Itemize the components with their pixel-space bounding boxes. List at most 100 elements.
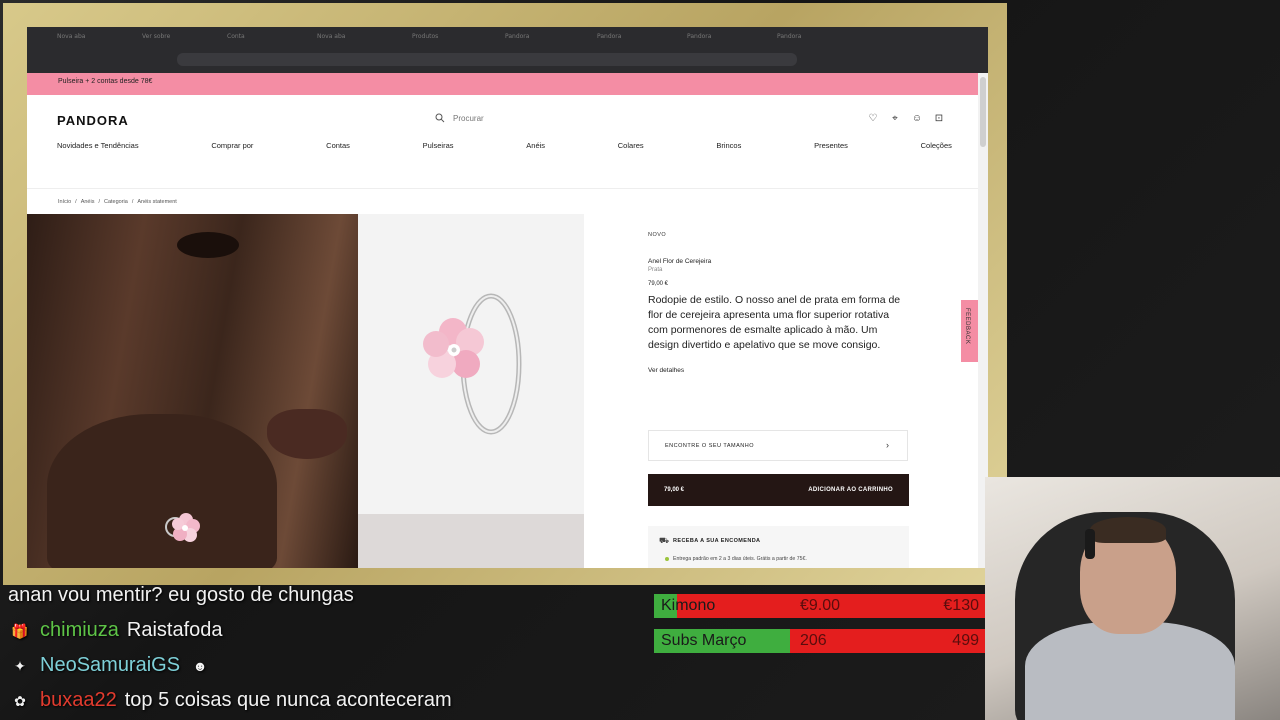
- nav-divider: [27, 188, 978, 189]
- browser-tab[interactable]: Conta: [227, 33, 305, 47]
- goal-bar: Kimono €9.00 €130: [654, 594, 985, 618]
- chat-text: top 5 coisas que nunca aconteceram: [124, 689, 452, 711]
- breadcrumb: Início / Anéis / Categoria / Anéis statemen…: [58, 199, 177, 205]
- scrollbar-thumb[interactable]: [980, 77, 986, 147]
- streamer-graphic: [1025, 622, 1235, 720]
- bag-icon[interactable]: ⊡: [933, 113, 945, 125]
- new-badge: NOVO: [648, 232, 667, 238]
- streamer-hair-graphic: [1090, 517, 1166, 543]
- browser-tab[interactable]: Pandora: [777, 33, 855, 47]
- chat-text: anan vou mentir? eu gosto de chungas: [8, 584, 354, 606]
- goal-name: Kimono: [661, 597, 716, 614]
- add-to-cart-label: ADICIONAR AO CARRINHO: [808, 487, 893, 493]
- find-size-button[interactable]: ENCONTRE O SEU TAMANHO ›: [648, 430, 908, 461]
- delivery-text: Entrega padrão em 2 a 3 dias úteis. Grát…: [673, 556, 807, 562]
- nav-item[interactable]: Pulseiras: [423, 141, 454, 150]
- screen-frame: Nova aba Ver sobre Conta Nova aba Produt…: [3, 3, 1007, 585]
- browser-tab[interactable]: Ver sobre: [142, 33, 220, 47]
- goal-name: Subs Março: [661, 632, 747, 649]
- stream-chat: anan vou mentir? eu gosto de chungas 🎁 c…: [8, 578, 648, 718]
- promo-banner[interactable]: Pulseira + 2 contas desde 78€: [27, 73, 978, 95]
- chat-username: buxaa22: [40, 689, 117, 711]
- badge-icon: ✦: [14, 657, 26, 674]
- breadcrumb-separator: /: [75, 199, 77, 205]
- chat-message: anan vou mentir? eu gosto de chungas: [8, 578, 648, 613]
- goal-target: 499: [952, 632, 979, 649]
- header-icons: ♡ ⌖ ☺ ⊡: [867, 113, 945, 125]
- delivery-title: RECEBA A SUA ENCOMENDA: [673, 538, 761, 544]
- pandora-logo[interactable]: PANDORA: [57, 113, 129, 128]
- product-description: Rodopie de estilo. O nosso anel de prata…: [648, 294, 901, 351]
- main-nav: Novidades e Tendências Comprar por Conta…: [57, 141, 952, 150]
- goal-current: 206: [800, 632, 827, 649]
- product-material: Prata: [648, 267, 663, 273]
- browser-tab[interactable]: Nova aba: [57, 33, 135, 47]
- nav-item[interactable]: Brincos: [716, 141, 741, 150]
- headset-graphic: [1085, 529, 1095, 559]
- location-pin-icon[interactable]: ⌖: [889, 113, 901, 125]
- nav-item[interactable]: Coleções: [921, 141, 952, 150]
- product-name: Anel Flor de Cerejeira: [648, 258, 712, 265]
- browser-tab[interactable]: Pandora: [505, 33, 583, 47]
- browser-screen: Nova aba Ver sobre Conta Nova aba Produt…: [27, 27, 988, 568]
- ring-on-hand-graphic: [165, 513, 200, 542]
- chevron-right-icon: ›: [886, 440, 889, 450]
- browser-tab[interactable]: Produtos: [412, 33, 490, 47]
- goal-bar: Subs Março 206 499: [654, 629, 985, 653]
- details-link[interactable]: Ver detalhes: [648, 367, 913, 374]
- photo-detail: [47, 414, 277, 568]
- search-input[interactable]: Procurar: [453, 114, 484, 123]
- breadcrumb-separator: /: [131, 199, 134, 205]
- browser-tab[interactable]: Nova aba: [317, 33, 395, 47]
- browser-tab[interactable]: Pandora: [687, 33, 765, 47]
- browser-tab[interactable]: Pandora: [597, 33, 675, 47]
- breadcrumb-item[interactable]: Início: [58, 199, 71, 205]
- product-photo-secondary[interactable]: [358, 514, 584, 568]
- nav-item[interactable]: Colares: [618, 141, 644, 150]
- emote-icon: ☻: [192, 657, 208, 674]
- address-bar[interactable]: [177, 53, 797, 66]
- browser-chrome: Nova aba Ver sobre Conta Nova aba Produt…: [27, 27, 988, 73]
- breadcrumb-item[interactable]: Anéis statement: [137, 199, 176, 205]
- chat-text: Raistafoda: [126, 619, 223, 641]
- chat-message: ✦ NeoSamuraiGS ☻: [8, 648, 648, 683]
- search-icon: [435, 113, 445, 123]
- breadcrumb-item[interactable]: Categoria: [104, 199, 128, 205]
- chat-message: ✿ buxaa22 top 5 coisas que nunca acontec…: [8, 683, 648, 718]
- gift-badge-icon: 🎁: [11, 622, 29, 639]
- feedback-label: FEEDBACK: [964, 308, 970, 345]
- delivery-info: ⛟ RECEBA A SUA ENCOMENDA Entrega padrão …: [648, 526, 909, 568]
- nav-item[interactable]: Presentes: [814, 141, 848, 150]
- model-photo[interactable]: [27, 214, 358, 568]
- product-price: 79,00 €: [648, 281, 669, 287]
- photo-detail: [267, 409, 347, 459]
- breadcrumb-separator: /: [98, 199, 100, 205]
- feedback-tab[interactable]: FEEDBACK: [961, 300, 978, 362]
- chat-message: 🎁 chimiuza Raistafoda: [8, 613, 648, 648]
- promo-text: Pulseira + 2 contas desde 78€: [58, 78, 153, 85]
- nav-item[interactable]: Comprar por: [211, 141, 253, 150]
- cart-price: 79,00 €: [664, 487, 685, 493]
- heart-icon[interactable]: ♡: [867, 113, 879, 125]
- stream-goals: Kimono €9.00 €130 Subs Março 206 499: [654, 594, 985, 664]
- breadcrumb-item[interactable]: Anéis: [81, 199, 95, 205]
- photo-detail: [177, 232, 239, 258]
- badge-icon: ✿: [14, 692, 26, 709]
- find-size-label: ENCONTRE O SEU TAMANHO: [665, 443, 755, 449]
- add-to-cart-button[interactable]: 79,00 € ADICIONAR AO CARRINHO: [648, 474, 909, 506]
- goal-target: €130: [943, 597, 979, 614]
- product-info: NOVO Anel Flor de Cerejeira Prata 79,00 …: [648, 232, 913, 374]
- nav-item[interactable]: Novidades e Tendências: [57, 141, 139, 150]
- status-dot-icon: [665, 557, 669, 561]
- product-photo[interactable]: [358, 214, 584, 514]
- goal-current: €9.00: [800, 597, 841, 614]
- webcam-overlay: [985, 477, 1280, 720]
- nav-item[interactable]: Contas: [326, 141, 350, 150]
- chat-username: NeoSamuraiGS: [40, 654, 181, 676]
- user-icon[interactable]: ☺: [911, 113, 923, 125]
- nav-item[interactable]: Anéis: [526, 141, 545, 150]
- search-bar[interactable]: Procurar: [435, 113, 484, 123]
- cherry-blossom-ring-graphic: [423, 293, 522, 435]
- chat-username: chimiuza: [40, 619, 119, 641]
- product-page: PANDORA Procurar ♡ ⌖ ☺ ⊡ Novidades e Ten…: [27, 95, 978, 568]
